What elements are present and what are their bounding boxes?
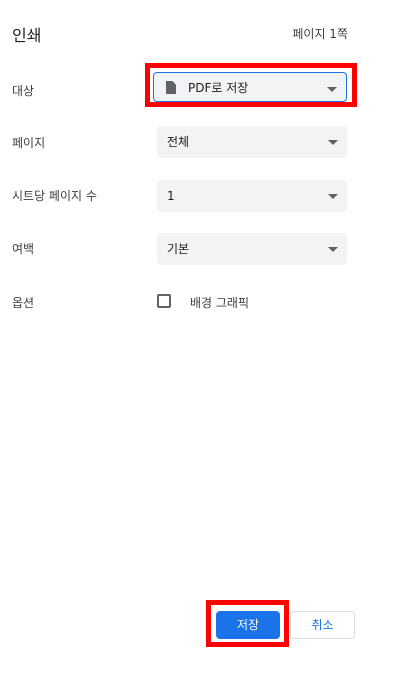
- pages-label: 페이지: [12, 136, 46, 150]
- destination-value: PDF로 저장: [188, 81, 249, 95]
- background-graphics-label: 배경 그래픽: [190, 296, 250, 310]
- chevron-down-icon: [328, 247, 338, 252]
- pages-select[interactable]: 전체: [157, 126, 347, 158]
- cancel-button[interactable]: 취소: [290, 611, 355, 639]
- chevron-down-icon: [327, 87, 337, 92]
- background-graphics-checkbox[interactable]: [157, 294, 171, 308]
- pages-per-sheet-value: 1: [167, 189, 175, 203]
- margins-select[interactable]: 기본: [157, 233, 347, 265]
- page-count: 페이지 1쪽: [292, 27, 348, 41]
- pages-per-sheet-label: 시트당 페이지 수: [12, 189, 97, 203]
- print-dialog: 인쇄 페이지 1쪽 대상 PDF로 저장 페이지 전체 시트당 페이지 수 1 …: [0, 0, 416, 682]
- options-label: 옵션: [12, 296, 35, 310]
- destination-select[interactable]: PDF로 저장: [153, 72, 347, 102]
- dialog-title: 인쇄: [12, 26, 42, 45]
- pages-value: 전체: [167, 135, 190, 149]
- chevron-down-icon: [328, 194, 338, 199]
- margins-label: 여백: [12, 242, 35, 256]
- pages-per-sheet-select[interactable]: 1: [157, 180, 347, 212]
- save-button[interactable]: 저장: [216, 611, 280, 639]
- destination-label: 대상: [12, 84, 35, 98]
- margins-value: 기본: [167, 242, 190, 256]
- chevron-down-icon: [328, 140, 338, 145]
- document-icon: [166, 81, 176, 94]
